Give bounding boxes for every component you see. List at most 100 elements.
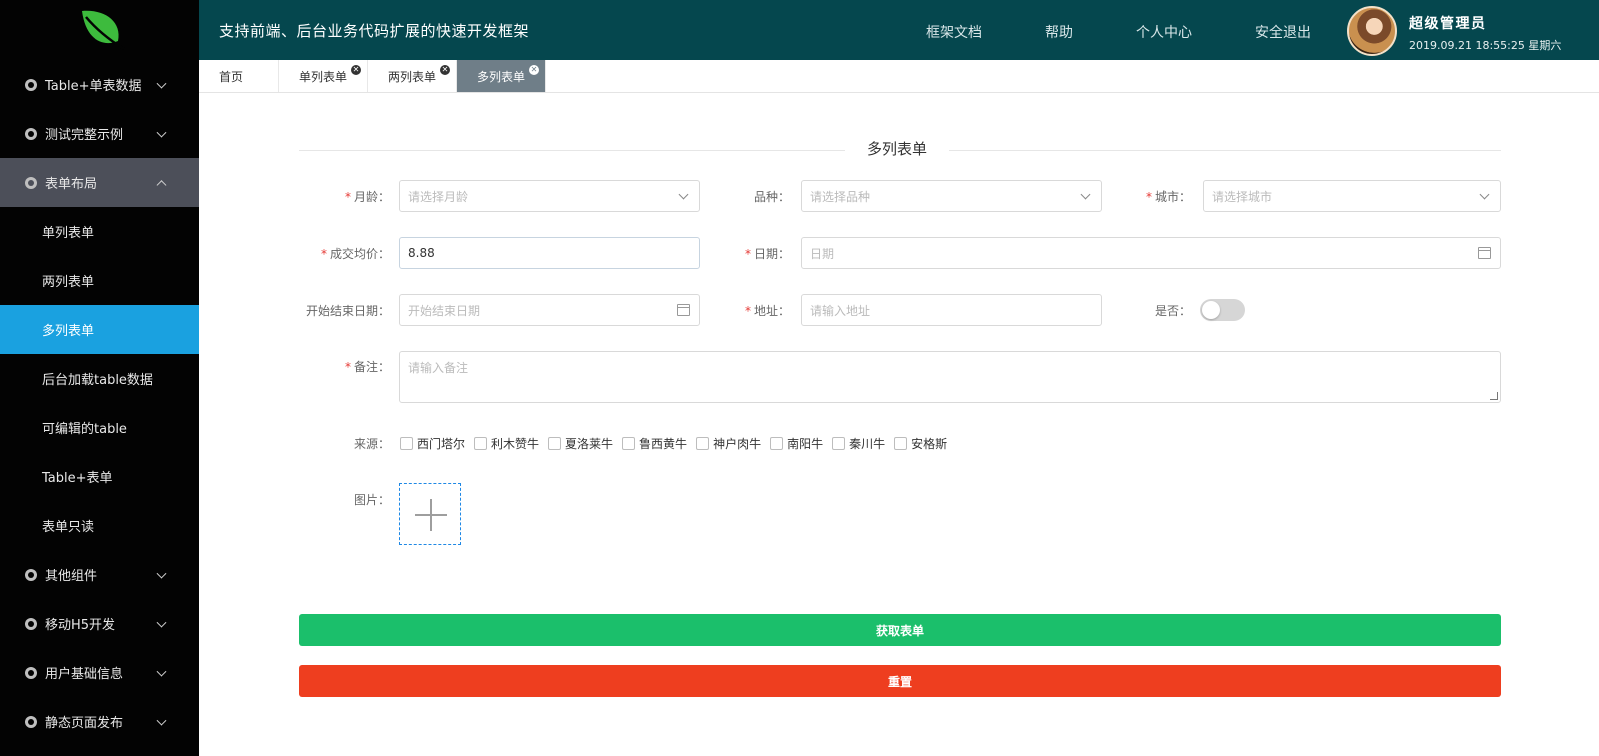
- date-picker[interactable]: 日期: [801, 237, 1501, 269]
- source-label: 来源：: [353, 437, 390, 451]
- logo: [0, 0, 199, 60]
- source-checkbox[interactable]: 南阳牛: [770, 435, 823, 452]
- menu-label: 用户基础信息: [45, 667, 124, 682]
- price-label: * 成交均价：: [320, 247, 390, 261]
- form-title: 多列表单: [845, 138, 950, 159]
- chevron-down-icon: [156, 715, 167, 726]
- chevron-down-icon: [156, 617, 167, 628]
- submenu-multi-column-form[interactable]: 多列表单: [0, 305, 199, 354]
- checkbox-icon: [696, 437, 710, 450]
- current-datetime: 2019.09.21 18:55:25 星期六: [1409, 39, 1562, 52]
- source-checkbox[interactable]: 秦川牛: [832, 435, 885, 452]
- chevron-down-icon: [156, 127, 167, 138]
- menu-label: 移动H5开发: [45, 618, 116, 633]
- avatar[interactable]: [1347, 6, 1397, 56]
- menu-table-single[interactable]: Table+单表数据: [0, 60, 199, 109]
- menu-static-publish[interactable]: 静态页面发布: [0, 697, 199, 746]
- checkbox-icon: [474, 437, 488, 450]
- nav-help-link[interactable]: 帮助: [1045, 22, 1073, 42]
- menu-label: 表单布局: [45, 177, 98, 192]
- source-checkbox[interactable]: 利木赞牛: [474, 435, 539, 452]
- toggle-knob: [1202, 301, 1220, 319]
- checkbox-icon: [400, 437, 413, 450]
- date-range-picker[interactable]: 开始结束日期: [399, 294, 700, 326]
- source-checkbox[interactable]: 安格斯: [894, 435, 947, 452]
- checkbox-icon: [894, 437, 908, 450]
- yesno-label: 是否：: [1154, 304, 1191, 318]
- city-label: * 城市：: [1145, 190, 1191, 204]
- checkbox-icon: [832, 437, 846, 450]
- tab-home[interactable]: 首页: [199, 60, 279, 92]
- breed-select[interactable]: 请选择品种: [801, 180, 1102, 212]
- menu-label: Table+单表数据: [45, 79, 142, 94]
- menu-label: 其他组件: [45, 569, 98, 584]
- menu-label: 静态页面发布: [45, 716, 124, 731]
- checkbox-icon: [548, 437, 562, 450]
- chevron-down-icon: [1080, 189, 1091, 200]
- chevron-down-icon: [156, 666, 167, 677]
- chevron-up-icon: [156, 179, 167, 190]
- tab-multi-column-form[interactable]: 多列表单 ✕: [457, 60, 546, 92]
- menu-user-info[interactable]: 用户基础信息: [0, 648, 199, 697]
- date-label: * 日期：: [744, 247, 790, 261]
- calendar-icon: [1478, 247, 1491, 259]
- menu-dot-icon: [25, 666, 37, 679]
- menu-dot-icon: [25, 127, 37, 140]
- menu-dot-icon: [25, 617, 37, 630]
- plus-icon: [430, 499, 432, 531]
- age-select[interactable]: 请选择月龄: [399, 180, 700, 212]
- nav-logout-link[interactable]: 安全退出: [1255, 22, 1311, 42]
- checkbox-icon: [622, 437, 636, 450]
- source-checkbox[interactable]: 西门塔尔: [400, 435, 465, 452]
- menu-dot-icon: [25, 176, 37, 189]
- reset-button[interactable]: 重置: [299, 665, 1501, 697]
- source-checkbox[interactable]: 夏洛莱牛: [548, 435, 613, 452]
- price-input[interactable]: 8.88: [399, 237, 700, 269]
- close-icon[interactable]: ✕: [440, 65, 450, 75]
- remark-textarea[interactable]: 请输入备注: [399, 351, 1501, 403]
- menu-test-examples[interactable]: 测试完整示例: [0, 109, 199, 158]
- tab-label: 单列表单: [299, 69, 348, 84]
- nav-docs-link[interactable]: 框架文档: [926, 22, 982, 42]
- age-label: * 月龄：: [344, 190, 390, 204]
- source-checkbox[interactable]: 神户肉牛: [696, 435, 761, 452]
- user-name: 超级管理员: [1409, 16, 1487, 32]
- tab-label: 多列表单: [477, 69, 526, 84]
- image-upload-button[interactable]: [399, 483, 461, 545]
- sidebar: Table+单表数据 测试完整示例 表单布局 单列表单 两列表单 多列表单 后台…: [0, 0, 199, 756]
- menu-mobile-h5[interactable]: 移动H5开发: [0, 599, 199, 648]
- tab-label: 两列表单: [388, 69, 437, 84]
- close-icon[interactable]: ✕: [351, 65, 361, 75]
- get-form-button[interactable]: 获取表单: [299, 614, 1501, 646]
- city-select[interactable]: 请选择城市: [1203, 180, 1501, 212]
- address-label: * 地址：: [744, 304, 790, 318]
- submenu-readonly-form[interactable]: 表单只读: [0, 501, 199, 550]
- source-checkbox-group: 西门塔尔 利木赞牛 夏洛莱牛 鲁西黄牛 神户肉牛 南阳牛 秦川牛 安格斯: [400, 435, 956, 452]
- image-label: 图片：: [353, 493, 390, 507]
- submenu-editable-table[interactable]: 可编辑的table: [0, 403, 199, 452]
- submenu-table-form[interactable]: Table+表单: [0, 452, 199, 501]
- app-title: 支持前端、后台业务代码扩展的快速开发框架: [219, 22, 530, 40]
- address-input[interactable]: 请输入地址: [801, 294, 1102, 326]
- submenu-two-column-form[interactable]: 两列表单: [0, 256, 199, 305]
- chevron-down-icon: [156, 568, 167, 579]
- checkbox-icon: [770, 437, 784, 450]
- menu-form-layout[interactable]: 表单布局: [0, 158, 199, 207]
- menu-dot-icon: [25, 568, 37, 581]
- leaf-logo-icon: [81, 10, 125, 51]
- submenu-backend-table[interactable]: 后台加载table数据: [0, 354, 199, 403]
- menu-other-components[interactable]: 其他组件: [0, 550, 199, 599]
- source-checkbox[interactable]: 鲁西黄牛: [622, 435, 687, 452]
- resize-handle-icon[interactable]: [1490, 392, 1498, 400]
- close-icon[interactable]: ✕: [529, 65, 539, 75]
- menu-dot-icon: [25, 715, 37, 728]
- chevron-down-icon: [1479, 189, 1490, 200]
- tab-two-column-form[interactable]: 两列表单 ✕: [368, 60, 457, 92]
- chevron-down-icon: [678, 189, 689, 200]
- tab-single-column-form[interactable]: 单列表单 ✕: [279, 60, 368, 92]
- remark-label: * 备注：: [344, 360, 390, 374]
- yesno-toggle[interactable]: [1200, 299, 1245, 321]
- nav-profile-link[interactable]: 个人中心: [1136, 22, 1192, 42]
- chevron-down-icon: [156, 78, 167, 89]
- submenu-single-column-form[interactable]: 单列表单: [0, 207, 199, 256]
